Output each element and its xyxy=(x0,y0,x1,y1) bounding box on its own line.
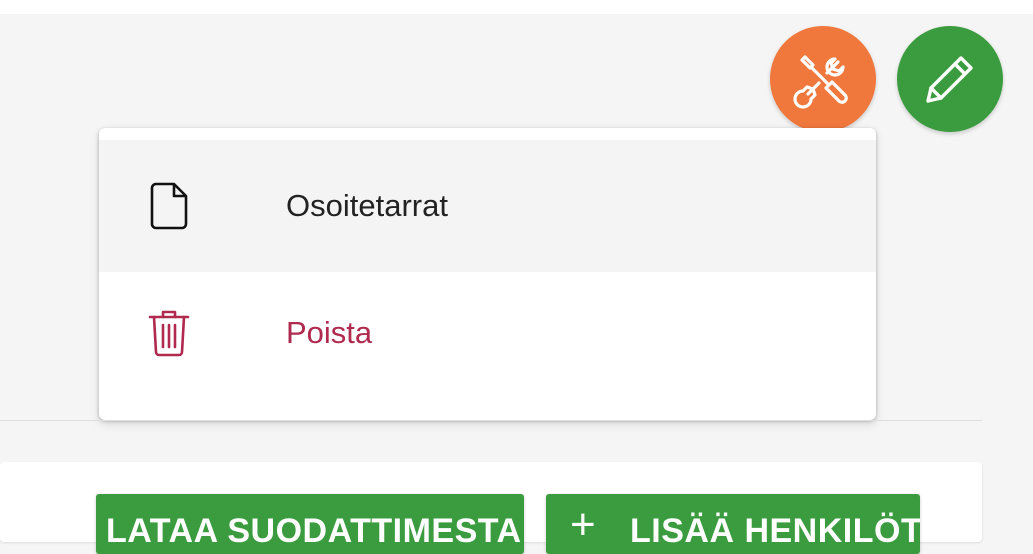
menu-item-delete[interactable]: Poista xyxy=(99,272,876,394)
tools-button[interactable] xyxy=(770,26,876,132)
load-from-filter-button[interactable]: LATAA SUODATTIMESTA xyxy=(96,494,524,554)
add-persons-button[interactable]: + LISÄÄ HENKILÖT xyxy=(546,494,920,554)
menu-item-address-labels[interactable]: Osoitetarrat xyxy=(99,140,876,272)
trash-icon xyxy=(145,309,193,357)
actions-menu: Osoitetarrat Poista xyxy=(99,128,876,420)
edit-button[interactable] xyxy=(897,26,1003,132)
pencil-icon xyxy=(926,56,973,103)
page-top-band xyxy=(0,0,1033,14)
menu-item-label: Osoitetarrat xyxy=(286,188,448,223)
tools-icon xyxy=(793,55,848,109)
plus-icon: + xyxy=(570,500,596,549)
section-divider xyxy=(0,420,982,421)
menu-item-label: Poista xyxy=(286,315,373,350)
document-icon xyxy=(145,182,193,230)
